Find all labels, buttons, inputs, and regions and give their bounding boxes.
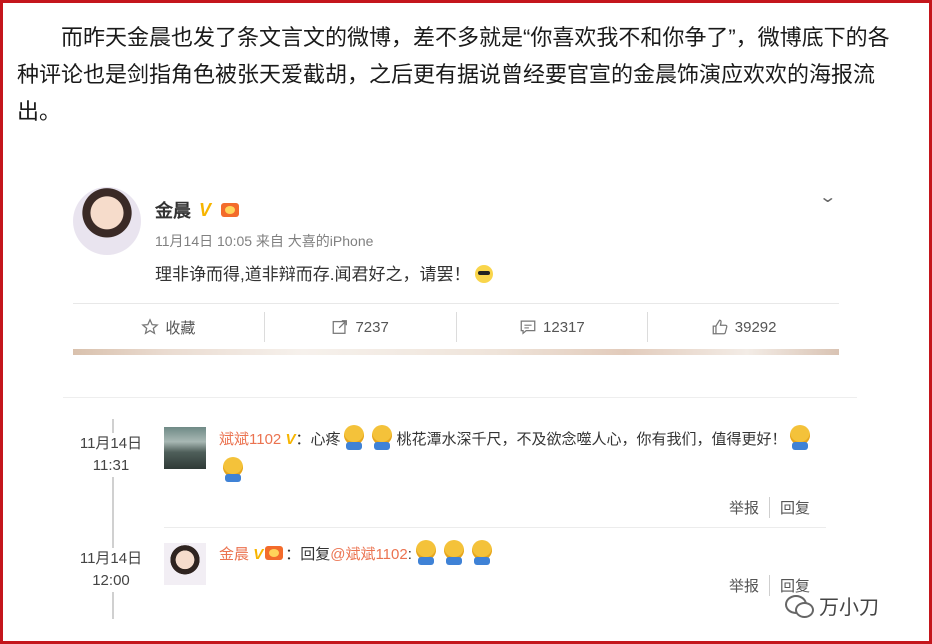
commenter-name[interactable]: 斌斌1102	[219, 431, 281, 448]
thumbs-up-icon	[712, 319, 728, 335]
comment-divider	[63, 397, 857, 398]
author-line: 金晨 V	[155, 197, 241, 223]
watermark-text: 万小刀	[819, 597, 879, 619]
comment-colon: :	[407, 546, 412, 563]
author-name[interactable]: 金晨	[155, 197, 191, 223]
comment-clock: 12:00	[92, 572, 130, 589]
comment-clock: 11:31	[92, 457, 130, 474]
report-link[interactable]: 举报	[719, 575, 769, 596]
sad-face-emoji-icon	[221, 457, 245, 483]
comment-time: 11月14日 11:31	[71, 433, 151, 477]
commenter-avatar[interactable]	[164, 543, 206, 585]
comment-body: 金晨 V ：回复@斌斌1102:	[219, 539, 829, 571]
chevron-down-icon[interactable]: ⌄	[818, 187, 837, 207]
repost-icon	[333, 320, 348, 334]
author-avatar[interactable]	[73, 187, 141, 255]
sad-face-emoji-icon	[442, 540, 466, 566]
repost-button[interactable]: 7237	[263, 312, 456, 342]
commenter-avatar[interactable]	[164, 427, 206, 469]
comment-date: 11月14日	[79, 550, 143, 567]
post-meta: 11月14日 10:05 来自 大喜的iPhone	[155, 233, 374, 249]
sad-face-emoji-icon	[470, 540, 494, 566]
sad-face-emoji-icon	[788, 425, 812, 451]
post-text-body: 理非诤而得,道非辩而存.闻君好之，请罢！	[155, 265, 471, 284]
sad-face-emoji-icon	[370, 425, 394, 451]
comment-text: 桃花潭水深千尺，不及欲念噬人心，你有我们，值得更好！	[396, 431, 787, 448]
sad-face-emoji-icon	[342, 425, 366, 451]
star-icon	[141, 318, 160, 335]
post-text: 理非诤而得,道非辩而存.闻君好之，请罢！	[155, 260, 494, 285]
comment-text-start: ：回复	[285, 546, 331, 563]
red-frame: 而昨天金晨也发了条文言文的微博，差不多就是“你喜欢我不和你争了”，微博底下的各种…	[0, 0, 932, 644]
post-image-strip[interactable]	[73, 349, 839, 355]
post-action-bar: 收藏 7237 12317 39292	[73, 303, 839, 350]
comment-time: 11月14日 12:00	[71, 548, 151, 592]
like-button[interactable]: 39292	[647, 312, 839, 342]
report-link[interactable]: 举报	[719, 497, 769, 518]
comment-body: 斌斌1102 V：心疼 桃花潭水深千尺，不及欲念噬人心，你有我们，值得更好！	[219, 424, 829, 488]
sad-face-emoji-icon	[414, 540, 438, 566]
comment-date: 11月14日	[79, 435, 143, 452]
mention-link[interactable]: @斌斌1102	[330, 546, 407, 563]
medal-icon	[219, 201, 241, 219]
verified-v-icon: V	[285, 431, 296, 448]
comment-text-start: ：心疼	[295, 431, 341, 448]
favorite-button[interactable]: 收藏	[73, 312, 264, 342]
wechat-icon	[785, 594, 814, 618]
watermark: 万小刀	[785, 591, 879, 620]
comment-count: 12317	[543, 318, 585, 336]
reply-link[interactable]: 回复	[769, 497, 820, 518]
verified-v-icon: V	[199, 199, 212, 220]
cool-emoji-icon	[475, 265, 494, 283]
comment-separator	[164, 527, 826, 528]
repost-count: 7237	[355, 318, 389, 336]
favorite-label: 收藏	[165, 319, 196, 337]
like-count: 39292	[734, 318, 777, 336]
comment-button[interactable]: 12317	[455, 312, 648, 342]
medal-icon	[263, 544, 285, 562]
comment-actions: 举报 回复	[719, 497, 820, 518]
article-paragraph: 而昨天金晨也发了条文言文的微博，差不多就是“你喜欢我不和你争了”，微博底下的各种…	[17, 25, 890, 124]
commenter-name[interactable]: 金晨	[219, 546, 249, 563]
comment-icon	[520, 320, 536, 335]
verified-v-icon: V	[253, 546, 264, 563]
